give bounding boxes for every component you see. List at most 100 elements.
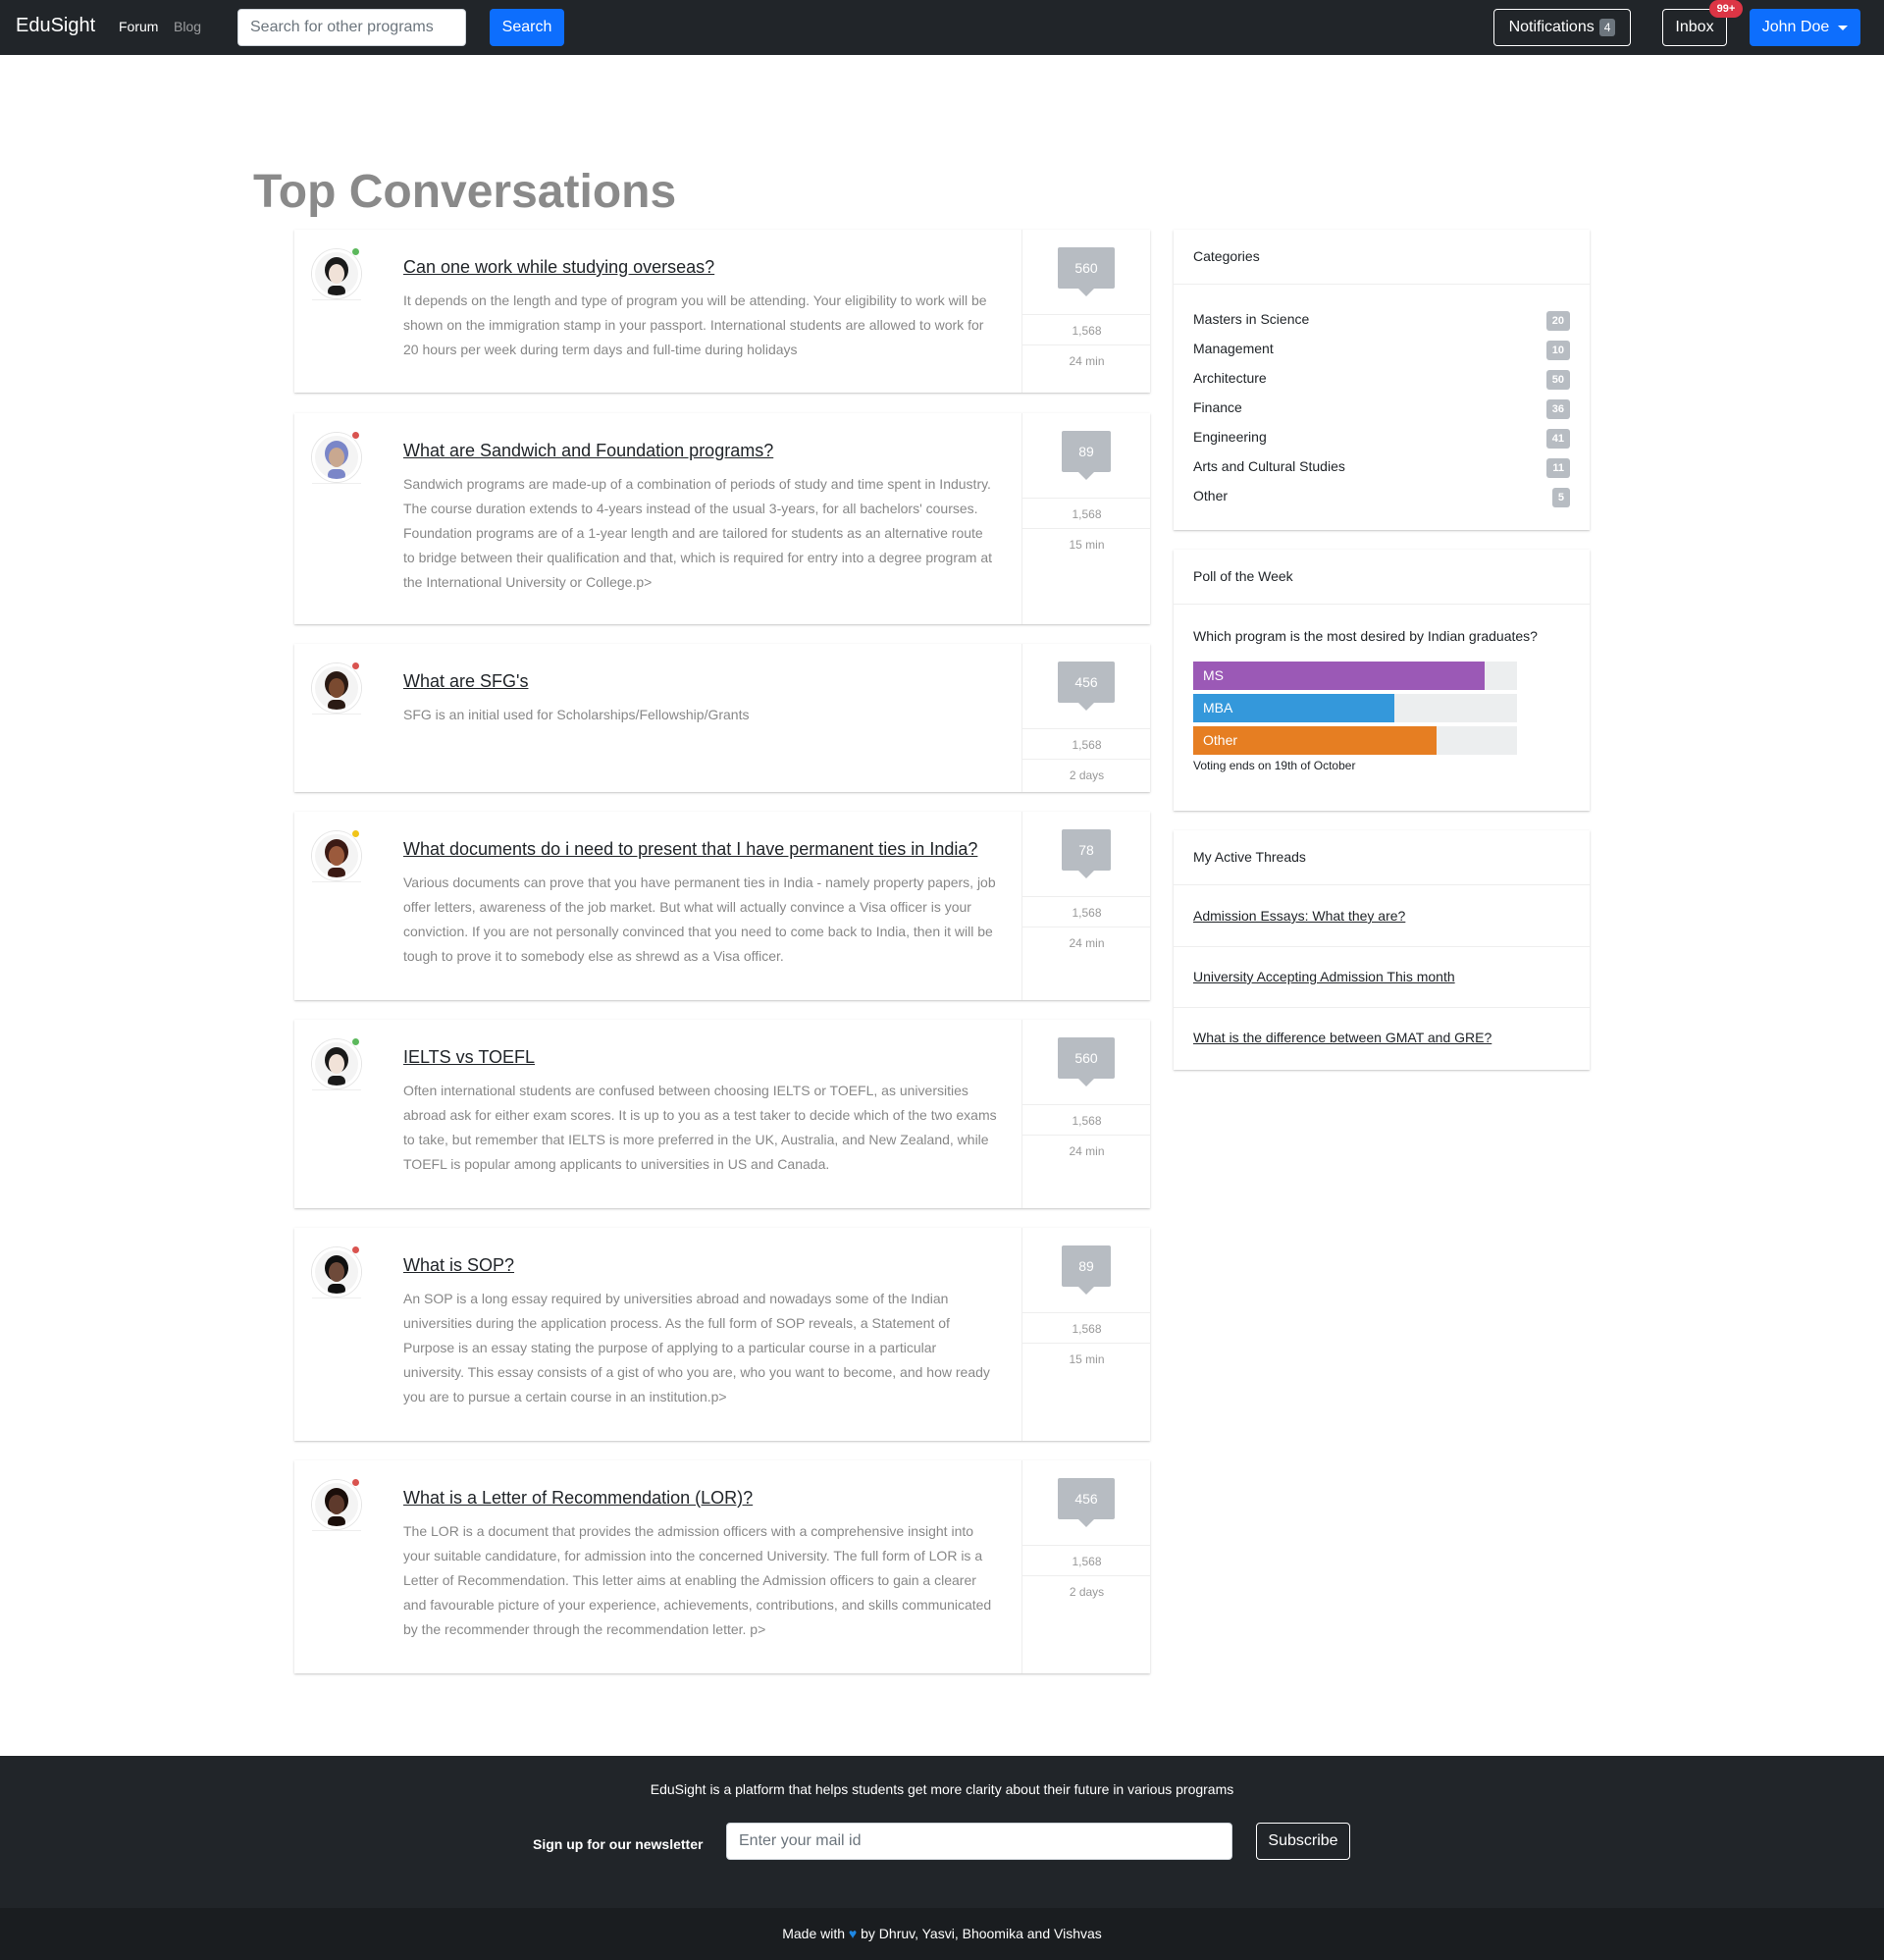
active-thread-link[interactable]: University Accepting Admission This mont… — [1193, 969, 1455, 984]
caret-down-icon — [1838, 25, 1849, 30]
category-item[interactable]: Management 10 — [1193, 339, 1570, 368]
reply-count-bubble: 560 — [1058, 247, 1115, 296]
poll-deadline-note: Voting ends on 19th of October — [1193, 759, 1356, 772]
user-avatar[interactable] — [312, 1247, 361, 1297]
thread-excerpt: The LOR is a document that provides the … — [403, 1523, 992, 1637]
newsletter-email-input[interactable]: Enter your mail id — [726, 1823, 1232, 1860]
category-item[interactable]: Other 5 — [1193, 486, 1570, 515]
nav-forum-link[interactable]: Forum — [119, 19, 158, 34]
notifications-label: Notifications — [1508, 19, 1595, 35]
reply-count-bubble: 78 — [1062, 829, 1111, 878]
thread-title-link[interactable]: What is a Letter of Recommendation (LOR)… — [403, 1488, 753, 1509]
avatar-container — [312, 829, 361, 882]
avatar-container — [312, 247, 361, 300]
avatar-container — [312, 1037, 361, 1090]
poll-option-bar: Other — [1193, 726, 1437, 755]
thread-card: What are Sandwich and Foundation program… — [294, 413, 1151, 624]
last-activity-time: 24 min — [1069, 936, 1105, 950]
heart-icon: ♥ — [848, 1926, 858, 1941]
poll-option-track[interactable]: MBA — [1193, 694, 1517, 722]
user-avatar[interactable] — [312, 831, 361, 880]
nav-blog-link[interactable]: Blog — [174, 19, 201, 34]
search-button[interactable]: Search — [490, 9, 564, 46]
view-count: 1,568 — [1072, 1322, 1102, 1336]
thread-title-link[interactable]: Can one work while studying overseas? — [403, 257, 714, 278]
category-count-badge: 20 — [1545, 311, 1570, 331]
user-avatar[interactable] — [312, 1480, 361, 1529]
reply-count-bubble: 560 — [1058, 1037, 1115, 1086]
stat-divider — [1022, 1343, 1151, 1344]
thread-excerpt: An SOP is a long essay required by unive… — [403, 1291, 990, 1404]
avatar-container — [312, 1478, 361, 1531]
user-menu-button[interactable]: John Doe — [1750, 9, 1860, 46]
search-input[interactable]: Search for other programs — [237, 9, 466, 46]
poll-question: Which program is the most desired by Ind… — [1193, 628, 1538, 644]
category-count-badge: 36 — [1545, 399, 1570, 419]
user-avatar[interactable] — [312, 433, 361, 482]
category-item[interactable]: Finance 36 — [1193, 397, 1570, 427]
active-thread-divider — [1174, 1007, 1590, 1008]
poll-option-track[interactable]: MS — [1193, 662, 1517, 690]
stat-divider — [1022, 1135, 1151, 1136]
view-count: 1,568 — [1072, 1555, 1102, 1568]
stat-divider — [1022, 314, 1151, 315]
thread-card: What is SOP? An SOP is a long essay requ… — [294, 1228, 1151, 1441]
top-navbar: EduSight Forum Blog Search for other pro… — [0, 0, 1884, 55]
poll-option-bar: MS — [1193, 662, 1485, 690]
category-count-badge: 50 — [1545, 370, 1570, 390]
thread-title-link[interactable]: What is SOP? — [403, 1255, 514, 1276]
online-status-dot — [351, 431, 360, 440]
thread-stats: 456 1,568 2 days — [1021, 644, 1151, 792]
view-count: 1,568 — [1072, 507, 1102, 521]
reply-count-bubble: 456 — [1058, 662, 1115, 711]
category-item[interactable]: Masters in Science 20 — [1193, 309, 1570, 339]
online-status-dot — [351, 1478, 360, 1487]
stat-divider — [1022, 1312, 1151, 1313]
avatar-container — [312, 1245, 361, 1298]
poll-option-track[interactable]: Other — [1193, 726, 1517, 755]
inbox-label: Inbox — [1675, 19, 1714, 35]
stat-divider — [1022, 1575, 1151, 1576]
view-count: 1,568 — [1072, 1114, 1102, 1128]
thread-title-link[interactable]: IELTS vs TOEFL — [403, 1047, 535, 1068]
brand-logo[interactable]: EduSight — [16, 15, 95, 37]
active-thread-link[interactable]: Admission Essays: What they are? — [1193, 908, 1405, 924]
view-count: 1,568 — [1072, 324, 1102, 338]
active-threads-title: My Active Threads — [1174, 830, 1590, 885]
user-avatar[interactable] — [312, 663, 361, 713]
thread-stats: 560 1,568 24 min — [1021, 230, 1151, 393]
user-avatar[interactable] — [312, 1039, 361, 1088]
category-item[interactable]: Arts and Cultural Studies 11 — [1193, 456, 1570, 486]
thread-card: What is a Letter of Recommendation (LOR)… — [294, 1460, 1151, 1673]
online-status-dot — [351, 247, 360, 256]
thread-card: What are SFG's SFG is an initial used fo… — [294, 644, 1151, 792]
footer: EduSight is a platform that helps studen… — [0, 1756, 1884, 1908]
online-status-dot — [351, 1245, 360, 1254]
last-activity-time: 2 days — [1069, 1585, 1105, 1599]
category-item[interactable]: Architecture 50 — [1193, 368, 1570, 397]
thread-title-link[interactable]: What are SFG's — [403, 671, 528, 692]
notifications-button[interactable]: Notifications 4 — [1493, 9, 1631, 46]
poll-title: Poll of the Week — [1174, 550, 1590, 605]
thread-excerpt: SFG is an initial used for Scholarships/… — [403, 707, 750, 722]
category-label: Management — [1193, 341, 1274, 356]
last-activity-time: 15 min — [1069, 538, 1105, 552]
categories-card: Categories Masters in Science 20 Managemen… — [1174, 230, 1590, 530]
thread-stats: 89 1,568 15 min — [1021, 1228, 1151, 1441]
user-avatar[interactable] — [312, 249, 361, 298]
thread-title-link[interactable]: What documents do i need to present that… — [403, 839, 977, 860]
credits-bar: Made with ♥ by Dhruv, Yasvi, Bhoomika an… — [0, 1908, 1884, 1960]
subscribe-button[interactable]: Subscribe — [1256, 1823, 1350, 1860]
thread-stats: 560 1,568 24 min — [1021, 1020, 1151, 1208]
notifications-count-badge: 4 — [1598, 19, 1616, 36]
stat-divider — [1022, 1104, 1151, 1105]
footer-tagline: EduSight is a platform that helps studen… — [650, 1781, 1234, 1797]
thread-excerpt: It depends on the length and type of pro… — [403, 292, 987, 357]
stat-divider — [1022, 728, 1151, 729]
active-thread-link[interactable]: What is the difference between GMAT and … — [1193, 1030, 1492, 1045]
category-item[interactable]: Engineering 41 — [1193, 427, 1570, 456]
thread-stats: 456 1,568 2 days — [1021, 1460, 1151, 1673]
thread-title-link[interactable]: What are Sandwich and Foundation program… — [403, 441, 773, 461]
reply-count-bubble: 89 — [1062, 1245, 1111, 1295]
view-count: 1,568 — [1072, 906, 1102, 920]
